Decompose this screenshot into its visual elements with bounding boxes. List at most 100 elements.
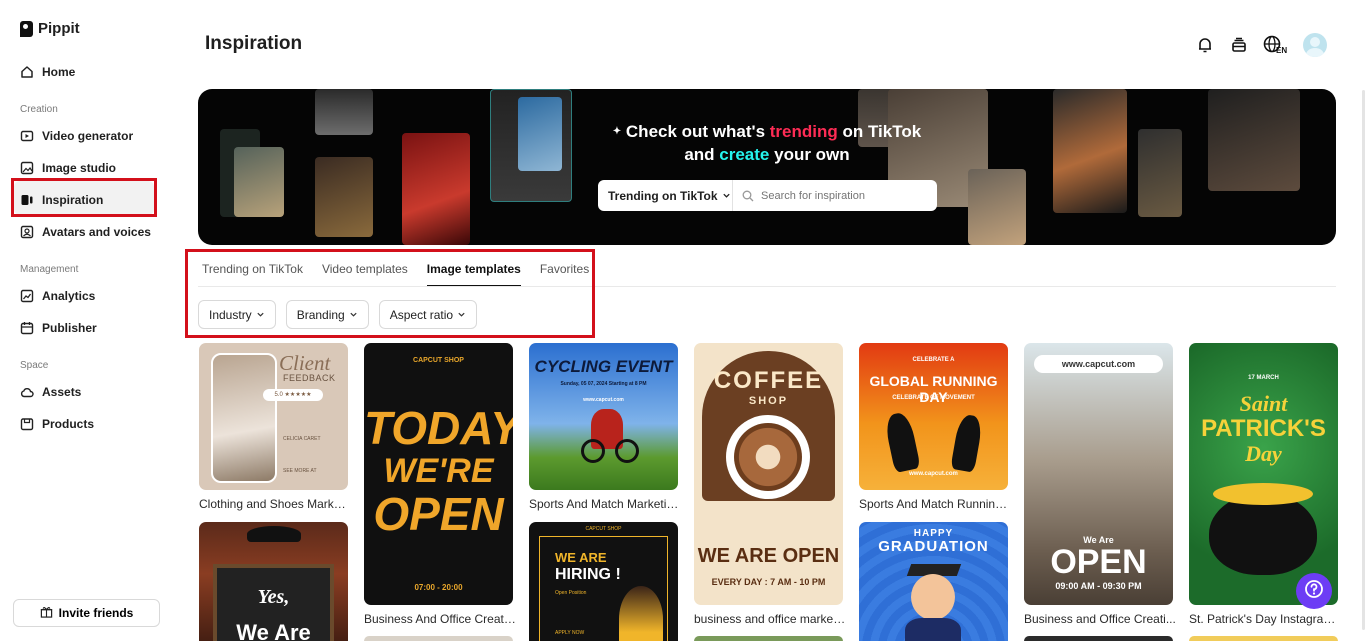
template-card-running-day[interactable]: CELEBRATE A GLOBAL RUNNING DAY CELEBRATE… — [859, 343, 1008, 490]
card-text: CELICIA CARET — [283, 436, 321, 442]
card-text: CELEBRATE A — [912, 357, 955, 363]
highlight-inspiration — [11, 178, 157, 217]
template-caption[interactable]: Sports And Match Marketin... — [529, 497, 681, 511]
section-creation: Creation — [20, 104, 58, 115]
sidebar-item-label: Home — [42, 65, 76, 79]
section-space: Space — [20, 360, 49, 371]
bike-wheel — [615, 439, 639, 463]
image-icon — [20, 161, 34, 175]
template-card-yes-we-are[interactable]: Yes, We Are — [199, 522, 348, 641]
card-text: OPEN — [373, 488, 504, 540]
bell-icon[interactable] — [1195, 35, 1215, 55]
template-caption[interactable]: Clothing and Shoes Market... — [199, 497, 351, 511]
layers-icon[interactable] — [1229, 35, 1249, 55]
banner-search-bar: Trending on TikTok — [598, 180, 937, 211]
avatar-voice-icon — [20, 225, 34, 239]
template-caption[interactable]: Business and Office Creati... — [1024, 612, 1176, 626]
card-text: COFFEE — [713, 367, 824, 394]
template-card-peek[interactable] — [694, 636, 843, 641]
card-text: SHOP — [748, 395, 789, 407]
template-caption[interactable]: Business And Office Creati... — [364, 612, 516, 626]
card-text: Open Position — [555, 590, 587, 596]
chevron-down-icon — [722, 189, 731, 203]
runner-silhouette — [883, 410, 921, 474]
card-text: CAPCUT SHOP — [413, 357, 464, 364]
template-card-peek[interactable] — [1189, 636, 1338, 641]
card-text: Day — [1245, 441, 1282, 466]
sidebar-item-label: Analytics — [42, 289, 96, 303]
template-card-peek[interactable] — [1024, 636, 1173, 641]
help-button[interactable] — [1296, 573, 1332, 609]
user-avatar[interactable] — [1303, 33, 1327, 57]
header-actions: EN — [1195, 33, 1327, 57]
template-card-st-patricks[interactable]: 17 MARCH Saint PATRICK'S Day — [1189, 343, 1338, 605]
banner-preview-card — [315, 157, 373, 237]
card-text: Sunday, 05 07, 2024 Starting at 8 PM — [560, 381, 647, 387]
bike-wheel — [581, 439, 605, 463]
template-caption[interactable]: Sports And Match Running ... — [859, 497, 1011, 511]
sidebar-item-products[interactable]: Products — [20, 414, 94, 434]
sidebar-item-label: Video generator — [42, 129, 134, 143]
inspiration-search-input[interactable] — [733, 180, 937, 211]
card-text: TODAY — [364, 402, 513, 454]
product-box-icon — [20, 417, 34, 431]
card-text: PATRICK'S — [1201, 415, 1326, 442]
card-text: 17 MARCH — [1248, 375, 1279, 381]
page-title: Inspiration — [205, 33, 303, 54]
banner-text: your own — [769, 145, 850, 164]
sidebar-item-avatars-voices[interactable]: Avatars and voices — [20, 222, 151, 242]
template-card-restaurant-open[interactable]: www.capcut.com We Are OPEN 09:00 AM - 09… — [1024, 343, 1173, 605]
gold-coins — [1213, 483, 1313, 505]
phone-mockup — [211, 353, 277, 483]
home-icon — [20, 65, 34, 79]
sidebar-item-assets[interactable]: Assets — [20, 382, 81, 402]
language-badge: EN — [1276, 46, 1287, 55]
brand-logo[interactable]: Pippit — [20, 20, 80, 37]
banner-text: Check out what's — [625, 122, 770, 141]
language-globe-icon[interactable]: EN — [1263, 35, 1289, 55]
card-text: We Are — [236, 620, 311, 641]
card-text: CELEBRATE OF MOVEMENT — [892, 395, 975, 401]
banner-highlight-trending: trending — [769, 122, 838, 141]
card-text: Yes, — [257, 586, 290, 608]
invite-label: Invite friends — [58, 606, 134, 620]
inspiration-banner: ✦ Check out what's trending on TikTok an… — [198, 89, 1336, 245]
sidebar-item-image-studio[interactable]: Image studio — [20, 158, 116, 178]
sidebar-item-label: Avatars and voices — [42, 225, 151, 239]
card-text: Saint — [1239, 391, 1288, 416]
section-management: Management — [20, 264, 79, 275]
sidebar-item-home[interactable]: Home — [20, 62, 75, 82]
card-text: CAPCUT SHOP — [585, 526, 622, 532]
sidebar: Pippit Home Creation Video generator Ima… — [0, 0, 175, 641]
template-card-cycling-event[interactable]: CYCLING EVENT Sunday, 05 07, 2024 Starti… — [529, 343, 678, 490]
template-card-client-feedback[interactable]: Client FEEDBACK 5.0 ★★★★★ CELICIA CARET … — [199, 343, 348, 490]
card-text: FEEDBACK — [283, 373, 336, 383]
template-card-coffee-shop[interactable]: COFFEE SHOP WE ARE OPEN EVERY DAY : 7 AM… — [694, 343, 843, 605]
sidebar-item-video-generator[interactable]: Video generator — [20, 126, 133, 146]
card-text: OPEN — [1050, 543, 1147, 581]
invite-friends-button[interactable]: Invite friends — [13, 599, 160, 627]
card-text: www.capcut.com — [583, 397, 624, 403]
banner-highlight-create: create — [719, 145, 770, 164]
template-caption[interactable]: business and office market... — [694, 612, 846, 626]
brand-name: Pippit — [38, 20, 80, 37]
rating-badge: 5.0 ★★★★★ — [263, 389, 323, 401]
card-text: WE ARE OPEN — [697, 545, 840, 567]
template-card-today-open[interactable]: CAPCUT SHOP TODAY WE'RE OPEN 07:00 - 20:… — [364, 343, 513, 605]
template-card-hiring[interactable]: CAPCUT SHOP WE ARE HIRING ! Open Positio… — [529, 522, 678, 641]
card-text: SEE MORE AT — [283, 468, 317, 474]
card-text: CYCLING EVENT — [534, 357, 673, 376]
cloud-icon — [20, 385, 34, 399]
template-caption[interactable]: St. Patrick's Day Instagram ... — [1189, 612, 1341, 626]
sidebar-item-analytics[interactable]: Analytics — [20, 286, 95, 306]
latte-art — [734, 423, 802, 491]
gold-pot — [1209, 493, 1317, 575]
card-text: www.capcut.com — [1061, 359, 1136, 369]
graduate-face — [911, 574, 955, 620]
template-card-peek[interactable] — [364, 636, 513, 641]
card-text: www.capcut.com — [909, 471, 958, 477]
source-dropdown[interactable]: Trending on TikTok — [598, 180, 733, 211]
template-card-graduation[interactable]: HAPPY GRADUATION — [859, 522, 1008, 641]
card-text: APPLY NOW — [555, 630, 585, 636]
sidebar-item-publisher[interactable]: Publisher — [20, 318, 97, 338]
